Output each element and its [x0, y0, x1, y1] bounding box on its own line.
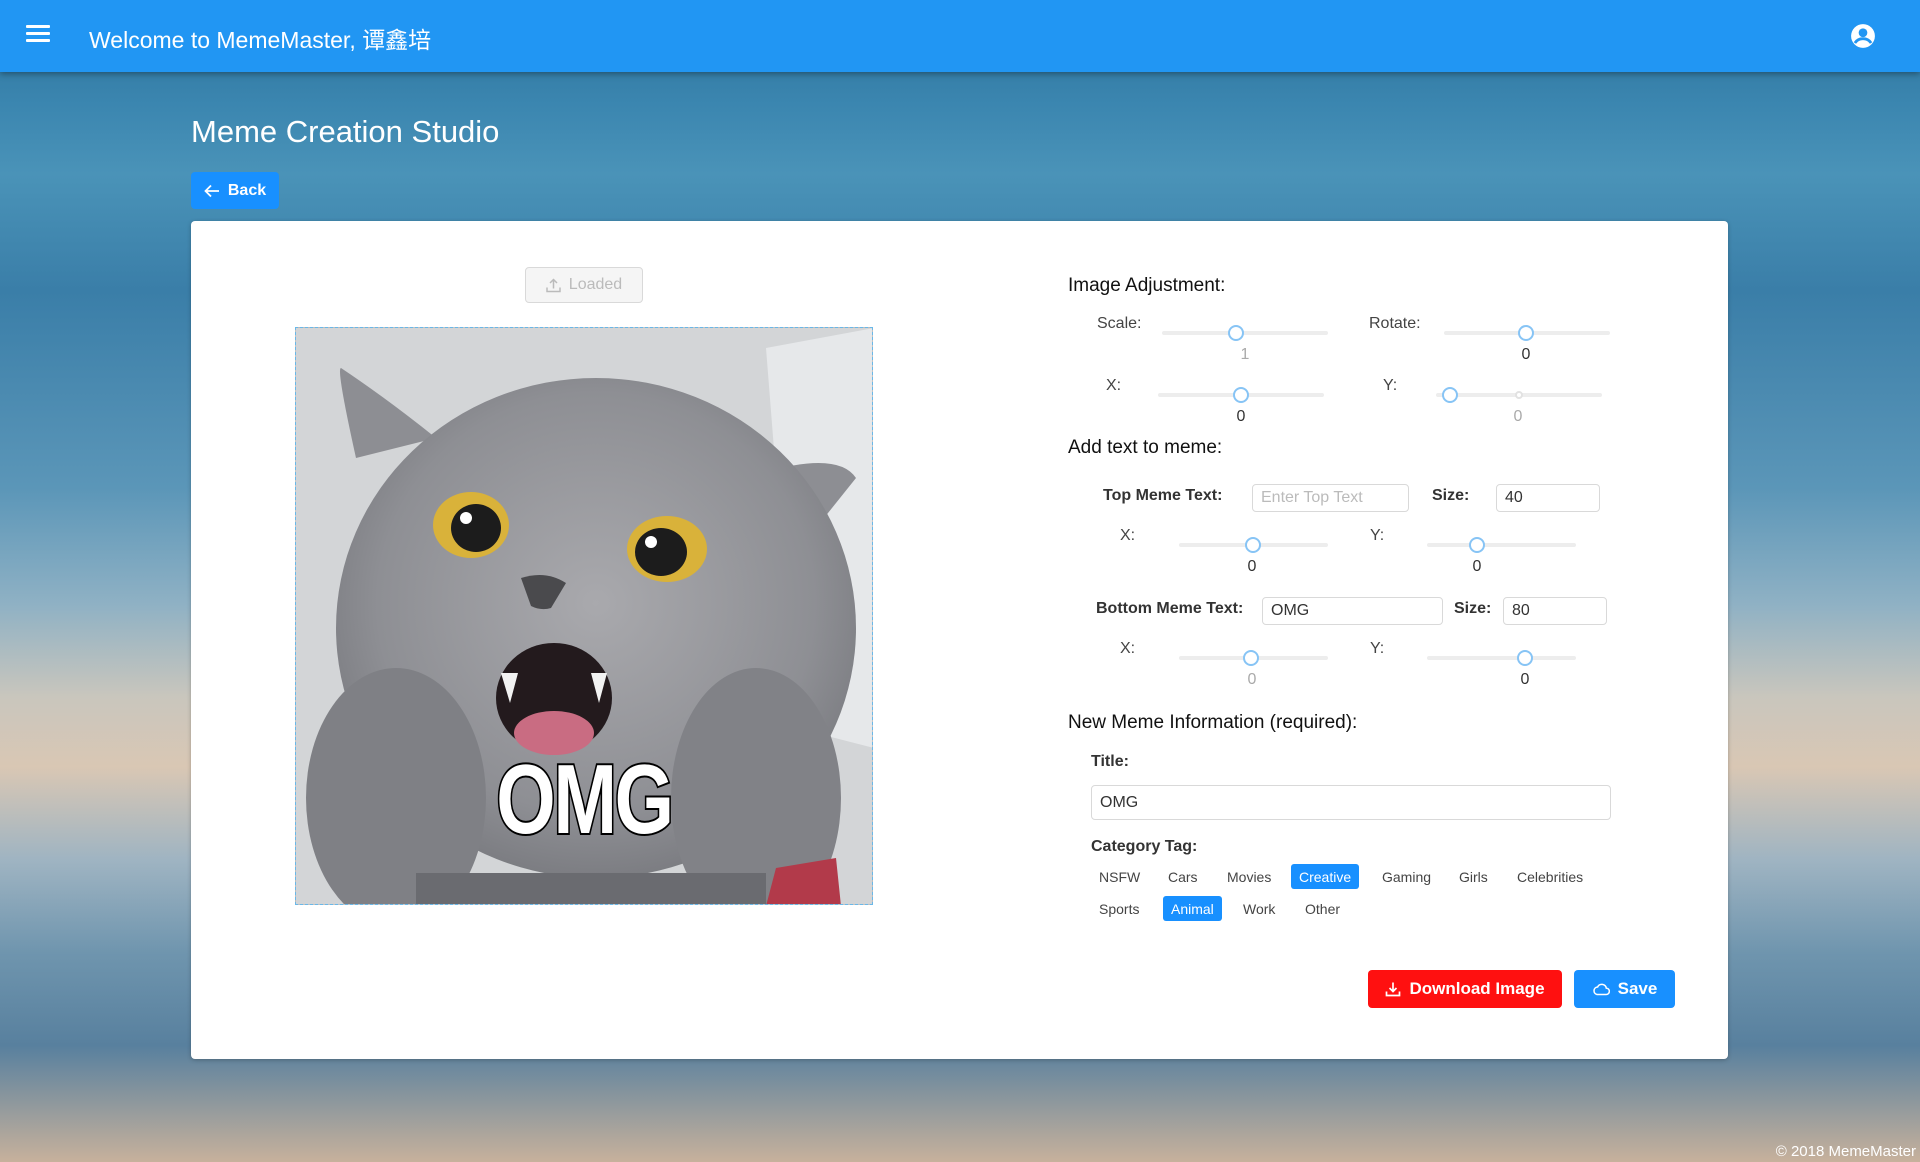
studio-card: Loaded OMG Image Adjustment: Scale: 1 Ro…	[191, 221, 1728, 1059]
tag-sports[interactable]: Sports	[1091, 896, 1147, 921]
copyright-text: © 2018 MemeMaster	[1775, 1143, 1916, 1160]
image-x-slider[interactable]	[1158, 387, 1324, 403]
arrow-left-icon	[204, 184, 219, 197]
scale-label: Scale:	[1097, 315, 1142, 332]
tag-work[interactable]: Work	[1235, 896, 1283, 921]
tag-animal[interactable]: Animal	[1163, 896, 1222, 921]
bottom-text-y-slider[interactable]	[1427, 650, 1576, 666]
rotate-slider-handle[interactable]	[1518, 325, 1534, 341]
bottom-text-input[interactable]	[1262, 597, 1443, 625]
user-circle-icon[interactable]	[1850, 23, 1876, 49]
bottom-text-size-label: Size:	[1454, 600, 1492, 617]
image-y-slider-mark	[1515, 391, 1523, 399]
tag-movies[interactable]: Movies	[1219, 864, 1279, 889]
page-title: Meme Creation Studio	[191, 114, 500, 149]
image-x-label: X:	[1106, 377, 1122, 394]
scale-slider[interactable]	[1162, 325, 1328, 341]
top-app-bar: Welcome to MemeMaster, 谭鑫培	[0, 0, 1920, 72]
app-title: Welcome to MemeMaster, 谭鑫培	[89, 27, 432, 53]
top-text-y-label: Y:	[1370, 527, 1385, 544]
image-y-slider[interactable]	[1436, 387, 1602, 403]
top-text-x-slider[interactable]	[1179, 537, 1328, 553]
bottom-text-x-slider-handle[interactable]	[1243, 650, 1259, 666]
download-image-button[interactable]: Download Image	[1368, 970, 1562, 1008]
category-tag-label: Category Tag:	[1091, 838, 1198, 855]
back-button[interactable]: Back	[191, 172, 279, 209]
top-text-size-input[interactable]	[1496, 484, 1600, 512]
top-text-label: Top Meme Text:	[1103, 487, 1223, 504]
rotate-value: 0	[1521, 346, 1531, 363]
tag-gaming[interactable]: Gaming	[1374, 864, 1439, 889]
top-text-input[interactable]	[1252, 484, 1409, 512]
bottom-text-x-value: 0	[1247, 671, 1257, 688]
bottom-text-x-label: X:	[1120, 640, 1136, 657]
top-text-x-slider-handle[interactable]	[1245, 537, 1261, 553]
bottom-text-y-value: 0	[1520, 671, 1530, 688]
add-text-heading: Add text to meme:	[1068, 437, 1223, 458]
image-y-value: 0	[1513, 408, 1523, 425]
image-y-slider-handle[interactable]	[1442, 387, 1458, 403]
scale-value: 1	[1240, 346, 1250, 363]
bottom-text-x-slider[interactable]	[1179, 650, 1328, 666]
rotate-label: Rotate:	[1369, 315, 1421, 332]
top-text-y-slider[interactable]	[1427, 537, 1576, 553]
tag-cars[interactable]: Cars	[1160, 864, 1206, 889]
download-icon	[1386, 982, 1401, 997]
image-adjustment-heading: Image Adjustment:	[1068, 275, 1226, 296]
save-button-label: Save	[1617, 979, 1658, 998]
tag-girls[interactable]: Girls	[1451, 864, 1496, 889]
bottom-text-size-input[interactable]	[1503, 597, 1607, 625]
image-y-label: Y:	[1383, 377, 1398, 394]
back-button-label: Back	[227, 181, 267, 199]
cloud-icon	[1592, 983, 1610, 996]
top-text-y-slider-handle[interactable]	[1469, 537, 1485, 553]
meme-info-heading: New Meme Information (required):	[1068, 712, 1358, 733]
rotate-slider[interactable]	[1444, 325, 1610, 341]
top-text-y-value: 0	[1472, 558, 1482, 575]
tag-creative[interactable]: Creative	[1291, 864, 1360, 889]
tag-nsfw[interactable]: NSFW	[1091, 864, 1148, 889]
scale-slider-handle[interactable]	[1228, 325, 1244, 341]
title-input[interactable]	[1091, 785, 1611, 820]
upload-icon	[546, 277, 561, 292]
upload-loaded-label: Loaded	[568, 276, 623, 293]
upload-loaded-button[interactable]: Loaded	[525, 267, 643, 303]
top-text-x-value: 0	[1247, 558, 1257, 575]
image-x-value: 0	[1236, 408, 1246, 425]
meme-canvas[interactable]: OMG	[295, 327, 873, 905]
bottom-text-y-label: Y:	[1370, 640, 1385, 657]
image-x-slider-handle[interactable]	[1233, 387, 1249, 403]
save-button[interactable]: Save	[1574, 970, 1675, 1008]
tag-other[interactable]: Other	[1297, 896, 1348, 921]
download-image-label: Download Image	[1409, 979, 1545, 998]
top-text-size-label: Size:	[1432, 487, 1470, 504]
title-label: Title:	[1091, 753, 1129, 770]
bottom-text-y-slider-handle[interactable]	[1517, 650, 1533, 666]
tag-celebrities[interactable]: Celebrities	[1509, 864, 1591, 889]
bottom-text-label: Bottom Meme Text:	[1096, 600, 1244, 617]
top-text-x-label: X:	[1120, 527, 1136, 544]
meme-bottom-text: OMG	[495, 742, 676, 856]
hamburger-menu-icon[interactable]	[26, 25, 50, 47]
